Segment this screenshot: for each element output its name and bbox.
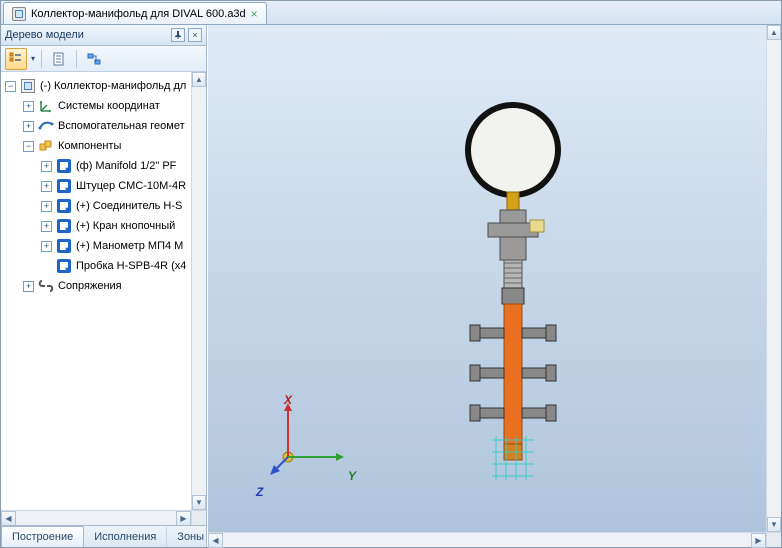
toolbar-separator bbox=[76, 50, 77, 68]
3d-model-render bbox=[458, 100, 568, 500]
expand-icon[interactable]: + bbox=[23, 101, 34, 112]
tab-executions[interactable]: Исполнения bbox=[84, 527, 167, 547]
tree-node-components[interactable]: − Компоненты bbox=[5, 136, 189, 156]
3d-viewport[interactable]: X Y Z ▲ ▼ ◀ ▶ bbox=[207, 25, 781, 547]
axis-triad-icon bbox=[268, 397, 348, 477]
model-tree-panel: Дерево модели × ▾ bbox=[1, 25, 207, 547]
expand-icon[interactable]: + bbox=[41, 161, 52, 172]
scroll-up-icon[interactable]: ▲ bbox=[192, 72, 206, 87]
panel-header-controls: × bbox=[171, 28, 202, 42]
panel-close-icon[interactable]: × bbox=[188, 28, 202, 42]
tree-node-component[interactable]: + (ф) Manifold 1/2" PF bbox=[5, 156, 189, 176]
app-window: Коллектор-манифольд для DIVAL 600.a3d × … bbox=[0, 0, 782, 548]
expand-icon[interactable]: + bbox=[41, 221, 52, 232]
tree-node-mates[interactable]: + Сопряжения bbox=[5, 276, 189, 296]
document-tab-strip: Коллектор-манифольд для DIVAL 600.a3d × bbox=[1, 1, 781, 25]
part-icon bbox=[56, 198, 72, 214]
assembly-file-icon bbox=[12, 7, 26, 21]
expand-icon[interactable]: + bbox=[23, 121, 34, 132]
document-tab-title: Коллектор-манифольд для DIVAL 600.a3d bbox=[31, 8, 246, 20]
part-icon bbox=[56, 218, 72, 234]
expand-icon[interactable]: + bbox=[23, 281, 34, 292]
scroll-up-icon[interactable]: ▲ bbox=[767, 25, 781, 40]
panel-toolbar: ▾ bbox=[1, 46, 206, 72]
aux-geometry-icon bbox=[38, 118, 54, 134]
coordinate-system-icon bbox=[38, 98, 54, 114]
toolbar-button-3[interactable] bbox=[83, 48, 105, 70]
dropdown-arrow-icon[interactable]: ▾ bbox=[31, 54, 35, 63]
close-icon[interactable]: × bbox=[251, 7, 258, 21]
scroll-left-icon[interactable]: ◀ bbox=[208, 533, 223, 548]
tree-display-mode-button[interactable] bbox=[5, 48, 27, 70]
panel-header: Дерево модели × bbox=[1, 25, 206, 46]
axis-x-label: X bbox=[284, 393, 292, 407]
viewport-horizontal-scrollbar[interactable]: ◀ ▶ bbox=[208, 532, 766, 547]
viewport-vertical-scrollbar[interactable]: ▲ ▼ bbox=[766, 25, 781, 532]
assembly-icon bbox=[20, 78, 36, 94]
pin-icon[interactable] bbox=[171, 28, 185, 42]
tab-build[interactable]: Построение bbox=[1, 526, 84, 547]
scroll-right-icon[interactable]: ▶ bbox=[176, 511, 191, 526]
scroll-down-icon[interactable]: ▼ bbox=[192, 495, 206, 510]
panel-bottom-tabs: Построение Исполнения Зоны bbox=[1, 525, 206, 547]
mates-icon bbox=[38, 278, 54, 294]
toolbar-button-2[interactable] bbox=[48, 48, 70, 70]
tree-node-component[interactable]: + (+) Соединитель H-S bbox=[5, 196, 189, 216]
tree-leaf-spacer: · bbox=[41, 261, 52, 272]
expand-icon[interactable]: + bbox=[41, 241, 52, 252]
expand-icon[interactable]: + bbox=[41, 181, 52, 192]
tree-node-aux-geometry[interactable]: + Вспомогательная геомет bbox=[5, 116, 189, 136]
tree-node-component[interactable]: + (+) Манометр МП4 М bbox=[5, 236, 189, 256]
viewport-scrollbar-corner bbox=[766, 532, 781, 547]
collapse-icon[interactable]: − bbox=[23, 141, 34, 152]
collapse-icon[interactable]: − bbox=[5, 81, 16, 92]
tree-root-node[interactable]: − (-) Коллектор-манифольд дл bbox=[5, 76, 189, 96]
panel-title: Дерево модели bbox=[5, 29, 84, 41]
scroll-right-icon[interactable]: ▶ bbox=[751, 533, 766, 548]
part-icon bbox=[56, 258, 72, 274]
tree-node-component[interactable]: + Штуцер CMC-10M-4R bbox=[5, 176, 189, 196]
tree-vertical-scrollbar[interactable]: ▲ ▼ bbox=[191, 72, 206, 510]
workspace-body: Дерево модели × ▾ bbox=[1, 25, 781, 547]
components-icon bbox=[38, 138, 54, 154]
part-icon bbox=[56, 158, 72, 174]
tree-node-component[interactable]: · Пробка H-SPB-4R (x4 bbox=[5, 256, 189, 276]
expand-icon[interactable]: + bbox=[41, 201, 52, 212]
model-tree[interactable]: − (-) Коллектор-манифольд дл + Системы к… bbox=[1, 72, 191, 300]
axis-y-label: Y bbox=[348, 469, 356, 483]
tree-scrollbar-corner bbox=[191, 511, 206, 525]
axis-z-label: Z bbox=[256, 485, 263, 499]
part-icon bbox=[56, 238, 72, 254]
scroll-down-icon[interactable]: ▼ bbox=[767, 517, 781, 532]
toolbar-separator bbox=[41, 50, 42, 68]
viewport-canvas[interactable]: X Y Z bbox=[208, 25, 781, 547]
tree-node-coordinate-systems[interactable]: + Системы координат bbox=[5, 96, 189, 116]
document-tab[interactable]: Коллектор-манифольд для DIVAL 600.a3d × bbox=[3, 2, 267, 24]
scroll-left-icon[interactable]: ◀ bbox=[1, 511, 16, 526]
tree-node-component[interactable]: + (+) Кран кнопочный bbox=[5, 216, 189, 236]
part-icon bbox=[56, 178, 72, 194]
